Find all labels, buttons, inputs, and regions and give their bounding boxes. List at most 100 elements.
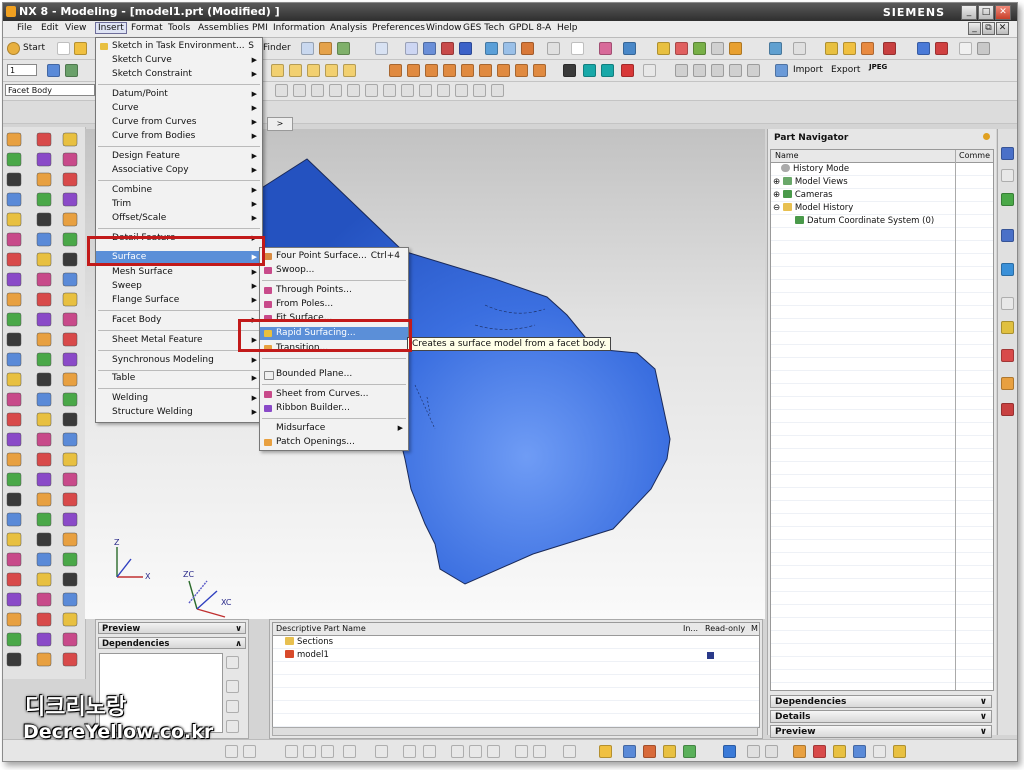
hide-icon[interactable] (285, 745, 298, 758)
rectangle-icon[interactable] (325, 64, 338, 77)
pin-icon[interactable] (983, 133, 990, 140)
left-tool-icon[interactable] (6, 652, 22, 667)
start-button[interactable]: Start (23, 43, 45, 53)
left-tool-icon[interactable] (36, 432, 52, 447)
polygon-icon[interactable] (343, 64, 356, 77)
arrow-left-icon[interactable] (226, 700, 239, 713)
left-tool-icon[interactable] (6, 472, 22, 487)
snap-mid-icon[interactable] (311, 84, 324, 97)
dependencies-accordion[interactable]: Dependencies ∨ (770, 695, 992, 708)
left-tool-icon[interactable] (36, 512, 52, 527)
menu-item-bounded-plane[interactable]: Bounded Plane... (260, 368, 408, 381)
menu-item-patch-openings[interactable]: Patch Openings... (260, 436, 408, 449)
parts-table[interactable]: Descriptive Part Name In... Read-only M … (272, 622, 760, 728)
menu-format[interactable]: Format (131, 23, 163, 33)
assembly-icon[interactable] (861, 42, 874, 55)
left-tool-icon[interactable] (36, 452, 52, 467)
doc-close-button[interactable]: ✕ (996, 22, 1009, 35)
left-tool-icon[interactable] (36, 632, 52, 647)
left-tool-icon[interactable] (62, 192, 78, 207)
doc-minimize-button[interactable]: _ (968, 22, 981, 35)
left-tool-icon[interactable] (62, 512, 78, 527)
menu-item-through-points[interactable]: Through Points... (260, 284, 408, 297)
preview-accordion[interactable]: Preview ∨ (770, 725, 992, 738)
tree-item-cameras[interactable]: ⊕ Cameras (773, 190, 833, 200)
left-tool-icon[interactable] (6, 632, 22, 647)
left-tool-icon[interactable] (62, 392, 78, 407)
history-palette-icon[interactable] (1001, 297, 1014, 310)
table-row[interactable]: model1 (285, 650, 329, 660)
menu-edit[interactable]: Edit (41, 23, 58, 33)
left-tool-icon[interactable] (6, 212, 22, 227)
snap-settings-icon[interactable] (533, 745, 546, 758)
left-tool-icon[interactable] (36, 292, 52, 307)
snap-end-icon[interactable] (293, 84, 306, 97)
part-icon[interactable] (843, 42, 856, 55)
left-tool-icon[interactable] (36, 472, 52, 487)
view-fit-icon[interactable] (405, 42, 418, 55)
menu-insert[interactable]: Insert (95, 22, 127, 34)
left-tool-icon[interactable] (6, 392, 22, 407)
view-triad-icon[interactable] (563, 745, 576, 758)
block-icon[interactable] (389, 64, 402, 77)
left-tool-icon[interactable] (36, 212, 52, 227)
left-tool-icon[interactable] (36, 652, 52, 667)
left-tool-icon[interactable] (36, 352, 52, 367)
menu-preferences[interactable]: Preferences (372, 23, 425, 33)
left-tool-icon[interactable] (62, 372, 78, 387)
rect-select-icon[interactable] (225, 745, 238, 758)
show-icon[interactable] (303, 745, 316, 758)
left-tool-icon[interactable] (36, 252, 52, 267)
constraint-navigator-icon[interactable] (1001, 169, 1014, 182)
menu-item-swoop[interactable]: Swoop... (260, 264, 408, 277)
menu-item-trim[interactable]: Trim ▶ (96, 198, 262, 211)
import-icon[interactable] (775, 64, 788, 77)
rotate-icon[interactable] (441, 42, 454, 55)
blank-icon[interactable] (321, 745, 334, 758)
revolve-icon[interactable] (479, 64, 492, 77)
left-tool-icon[interactable] (62, 292, 78, 307)
left-tool-icon[interactable] (36, 152, 52, 167)
dependencies-section[interactable]: Dependencies ∧ (98, 637, 246, 649)
circle-icon[interactable] (307, 64, 320, 77)
tree-item-datum-csys[interactable]: Datum Coordinate System (0) (795, 216, 934, 226)
menu-ges-tech[interactable]: GES Tech (463, 23, 504, 33)
studio-icon[interactable] (873, 745, 886, 758)
lights-icon[interactable] (833, 745, 846, 758)
column-comment[interactable]: Comme (959, 151, 990, 160)
left-tool-icon[interactable] (6, 232, 22, 247)
left-tool-icon[interactable] (6, 452, 22, 467)
left-tool-icon[interactable] (6, 292, 22, 307)
left-tool-icon[interactable] (62, 572, 78, 587)
left-tool-icon[interactable] (36, 532, 52, 547)
zebra-icon[interactable] (643, 64, 656, 77)
left-tool-icon[interactable] (62, 492, 78, 507)
magnifier-icon[interactable] (226, 656, 239, 669)
menu-analysis[interactable]: Analysis (330, 23, 367, 33)
new-file-icon[interactable] (57, 42, 70, 55)
left-tool-icon[interactable] (36, 592, 52, 607)
left-tool-icon[interactable] (6, 332, 22, 347)
left-tool-icon[interactable] (6, 152, 22, 167)
boss-icon[interactable] (515, 64, 528, 77)
copy-icon[interactable] (319, 42, 332, 55)
transform-icon[interactable] (935, 42, 948, 55)
left-tool-icon[interactable] (62, 132, 78, 147)
column-name[interactable]: Name (775, 151, 799, 160)
section-view-icon[interactable] (571, 42, 584, 55)
tree-item-model-history[interactable]: ⊖ Model History (773, 203, 853, 213)
left-tool-icon[interactable] (36, 372, 52, 387)
left-tool-icon[interactable] (62, 332, 78, 347)
left-tool-icon[interactable] (6, 132, 22, 147)
tree-item-history-mode[interactable]: History Mode (781, 164, 849, 174)
left-tool-icon[interactable] (6, 492, 22, 507)
snap-tangent-icon[interactable] (437, 84, 450, 97)
deviation-icon[interactable] (693, 42, 706, 55)
menu-item-welding[interactable]: Welding ▶ (96, 392, 262, 405)
snap-point-icon[interactable] (275, 84, 288, 97)
line-icon[interactable] (271, 64, 284, 77)
first-icon[interactable] (675, 64, 688, 77)
doc-restore-button[interactable]: ⧉ (982, 22, 995, 35)
wcs-icon[interactable] (599, 42, 612, 55)
layer-settings-icon[interactable] (47, 64, 60, 77)
